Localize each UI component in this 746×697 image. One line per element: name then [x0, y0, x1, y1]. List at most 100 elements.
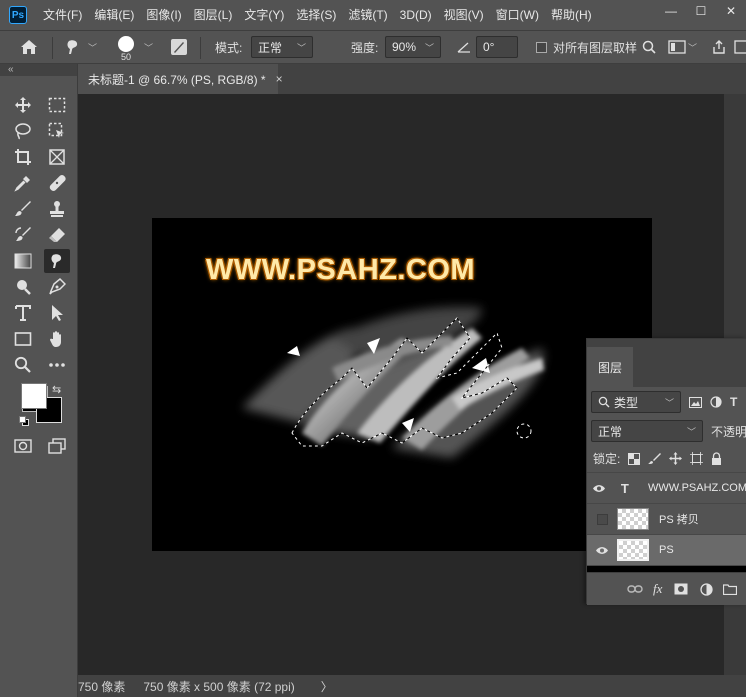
more-tools-button[interactable]: [44, 353, 70, 377]
visibility-toggle[interactable]: [587, 513, 617, 525]
tab-layers[interactable]: 图层: [587, 347, 633, 387]
close-button[interactable]: ✕: [716, 0, 746, 22]
eraser-tool[interactable]: [44, 223, 70, 247]
lock-pixels-icon[interactable]: [648, 452, 662, 465]
marquee-tool[interactable]: [44, 93, 70, 117]
lock-transparent-icon[interactable]: [628, 452, 641, 465]
lock-artboard-icon[interactable]: [690, 452, 704, 465]
add-mask-icon[interactable]: [674, 583, 688, 595]
panel-icon[interactable]: [734, 40, 746, 54]
blend-mode-dropdown[interactable]: 正常 ﹀: [591, 420, 703, 442]
brush-settings-button[interactable]: [170, 31, 188, 63]
sample-all-layers-checkbox[interactable]: [536, 41, 547, 53]
brush-tool[interactable]: [10, 197, 36, 221]
eye-icon: [596, 546, 608, 554]
menu-help[interactable]: 帮助(H): [545, 0, 598, 30]
status-bar: 750 像素 750 像素 x 500 像素 (72 ppi) 〉: [78, 675, 746, 697]
eyedropper-tool[interactable]: [10, 171, 36, 195]
document-canvas[interactable]: WWW.PSAHZ.COM: [152, 218, 652, 551]
document-tab-title: 未标题-1 @ 66.7% (PS, RGB/8) *: [88, 72, 266, 87]
image-filter-icon[interactable]: [689, 396, 702, 408]
layer-row-ps[interactable]: PS: [587, 535, 746, 566]
menu-file[interactable]: 文件(F): [37, 0, 88, 30]
chevron-down-icon: ﹀: [88, 42, 98, 53]
dodge-tool[interactable]: [10, 275, 36, 299]
menu-select[interactable]: 选择(S): [290, 0, 342, 30]
menu-layer[interactable]: 图层(L): [188, 0, 239, 30]
type-tool[interactable]: [10, 301, 36, 325]
quick-mask-button[interactable]: [10, 434, 36, 458]
lasso-tool[interactable]: [10, 119, 36, 143]
chevron-down-icon: ﹀: [686, 426, 696, 437]
menu-edit[interactable]: 编辑(E): [88, 0, 140, 30]
lock-all-icon[interactable]: [711, 452, 722, 465]
hand-tool[interactable]: [44, 327, 70, 351]
dodge-icon: [17, 280, 31, 295]
swap-colors-icon[interactable]: ⇆: [52, 383, 61, 396]
foreground-color-swatch[interactable]: [21, 383, 47, 409]
link-layers-icon[interactable]: [627, 584, 643, 594]
pen-icon: [49, 278, 66, 295]
visibility-toggle[interactable]: [587, 546, 617, 555]
layer-kind-filter[interactable]: 类型 ﹀: [591, 391, 681, 413]
adjustment-layer-icon[interactable]: [700, 582, 714, 596]
chevron-down-icon[interactable]: ﹀: [144, 41, 153, 54]
share-icon[interactable]: [712, 40, 726, 54]
tool-preset-picker[interactable]: ﹀: [64, 31, 97, 63]
menu-window[interactable]: 窗口(W): [490, 0, 545, 30]
angle-input[interactable]: 0°: [476, 36, 518, 58]
history-brush-tool[interactable]: [10, 223, 36, 247]
brush-preset-picker[interactable]: 50: [118, 31, 134, 63]
home-button[interactable]: [20, 31, 38, 63]
workspace-icon[interactable]: [668, 40, 686, 54]
gradient-icon: [14, 253, 32, 269]
menu-type[interactable]: 文字(Y): [238, 0, 290, 30]
strength-label: 强度:: [351, 40, 379, 55]
move-tool[interactable]: [10, 93, 36, 117]
blend-mode-value: 正常: [598, 424, 623, 439]
clone-stamp-tool[interactable]: [44, 197, 70, 221]
minimize-button[interactable]: —: [656, 0, 686, 22]
smudge-tool[interactable]: [44, 249, 70, 273]
frame-icon: [49, 149, 65, 165]
new-group-icon[interactable]: [723, 583, 738, 595]
menu-filter[interactable]: 滤镜(T): [342, 0, 393, 30]
status-menu-arrow[interactable]: 〉: [321, 678, 333, 695]
crop-tool[interactable]: [10, 145, 36, 169]
pen-tool[interactable]: [44, 275, 70, 299]
close-tab-icon[interactable]: ×: [276, 72, 283, 86]
mode-dropdown[interactable]: 正常 ﹀: [251, 36, 313, 58]
lock-position-icon[interactable]: [669, 452, 683, 465]
adjustment-filter-icon[interactable]: [710, 396, 722, 408]
chevron-down-icon: ﹀: [424, 42, 434, 53]
strength-input[interactable]: 90% ﹀: [385, 36, 441, 58]
menu-3d[interactable]: 3D(D): [394, 0, 438, 30]
fx-icon[interactable]: fx: [653, 581, 662, 597]
angle-icon: [457, 42, 470, 53]
gradient-tool[interactable]: [10, 249, 36, 273]
object-selection-tool[interactable]: [44, 119, 70, 143]
default-colors-icon[interactable]: [19, 416, 29, 426]
screen-mode-button[interactable]: [44, 434, 70, 458]
frame-tool[interactable]: [44, 145, 70, 169]
path-selection-tool[interactable]: [44, 301, 70, 325]
layer-row-ps-copy[interactable]: PS 拷贝: [587, 504, 746, 535]
search-icon[interactable]: [642, 40, 656, 54]
rectangle-tool[interactable]: [10, 327, 36, 351]
layer-row-text[interactable]: T WWW.PSAHZ.COM: [587, 473, 746, 504]
healing-brush-tool[interactable]: [44, 171, 70, 195]
menu-view[interactable]: 视图(V): [438, 0, 490, 30]
rectangular-marquee-icon: [48, 97, 66, 113]
search-icon: [598, 396, 610, 408]
document-tab[interactable]: 未标题-1 @ 66.7% (PS, RGB/8) * ×: [78, 64, 283, 94]
type-filter-icon[interactable]: T: [730, 395, 737, 409]
tools-panel: « ⇆: [0, 64, 78, 697]
visibility-toggle[interactable]: [587, 484, 612, 493]
collapse-tools-button[interactable]: «: [0, 64, 77, 76]
menu-image[interactable]: 图像(I): [140, 0, 187, 30]
zoom-tool[interactable]: [10, 353, 36, 377]
type-icon: [15, 305, 31, 321]
layer-thumbnail: [617, 539, 649, 561]
chevron-down-icon[interactable]: ﹀: [688, 41, 697, 54]
maximize-button[interactable]: ☐: [686, 0, 716, 22]
